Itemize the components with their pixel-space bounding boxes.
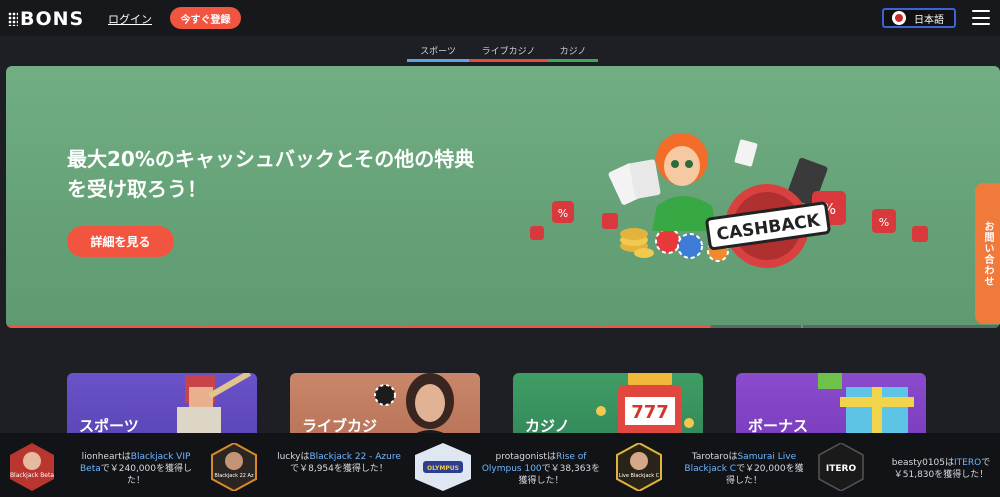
game-link[interactable]: ITERO: [954, 458, 981, 468]
winner-item[interactable]: Live Blackjack C TarotaroはSamurai Live B…: [615, 443, 805, 493]
winner-text: luckyはBlackjack 22 - Azureで￥8,954を獲得した！: [277, 452, 401, 474]
slide-progress: [6, 325, 1000, 328]
winner-item[interactable]: OLYMPUS protagonistはRise of Olympus 100で…: [413, 443, 603, 493]
promo-banner[interactable]: 最大20%のキャッシュバックとその他の特典を受け取ろう！ 詳細を見る % % %: [6, 66, 1000, 328]
winner-item[interactable]: Blackjack Beta lionheartはBlackjack VIP B…: [8, 443, 198, 493]
tab-sports[interactable]: スポーツ: [407, 44, 469, 62]
register-button[interactable]: 今すぐ登録: [170, 7, 241, 29]
logo-dots-icon: [8, 12, 18, 26]
details-button[interactable]: 詳細を見る: [67, 226, 174, 257]
svg-text:%: %: [879, 216, 889, 229]
language-selector[interactable]: 日本語: [882, 8, 956, 28]
winners-ticker: Blackjack Beta lionheartはBlackjack VIP B…: [0, 433, 1000, 497]
svg-text:Live Blackjack C: Live Blackjack C: [619, 473, 660, 479]
svg-text:777: 777: [631, 402, 669, 423]
top-bar: BONS ログイン 今すぐ登録 日本語: [0, 0, 1000, 36]
tab-live-casino[interactable]: ライブカジノ: [469, 44, 548, 62]
winner-text: lionheartはBlackjack VIP Betaで￥240,000を獲得…: [80, 452, 192, 486]
banner-title: 最大20%のキャッシュバックとその他の特典を受け取ろう！: [67, 147, 475, 201]
game-thumbnail-icon: OLYMPUS: [415, 443, 471, 491]
game-thumbnail-icon: Blackjack 22 Az: [211, 443, 257, 491]
game-link[interactable]: Blackjack 22 - Azure: [309, 452, 400, 462]
section-tabs: スポーツ ライブカジノ カジノ: [407, 44, 598, 62]
login-link[interactable]: ログイン: [108, 11, 152, 27]
contact-tab[interactable]: お問い合わせ: [975, 183, 1000, 324]
game-thumbnail-icon: Live Blackjack C: [616, 443, 662, 491]
cashback-illustration: % % % CASHBACK: [530, 133, 928, 268]
winner-text: beasty0105はITEROで￥51,830を獲得した！: [891, 458, 991, 480]
contact-label: お問い合わせ: [982, 220, 993, 287]
winner-item[interactable]: ITERO beasty0105はITEROで￥51,830を獲得した！: [817, 443, 1000, 493]
language-label: 日本語: [914, 14, 944, 26]
tab-casino[interactable]: カジノ: [548, 44, 598, 62]
character-icon: [652, 133, 717, 231]
svg-text:Blackjack 22 Az: Blackjack 22 Az: [214, 473, 254, 479]
svg-text:%: %: [558, 207, 568, 220]
japan-flag-icon: [892, 11, 906, 25]
svg-text:OLYMPUS: OLYMPUS: [427, 465, 459, 472]
bons-logo[interactable]: BONS: [8, 8, 84, 30]
winner-text: protagonistはRise of Olympus 100で￥38,363を…: [481, 452, 601, 486]
hamburger-menu-icon[interactable]: [972, 10, 990, 25]
svg-text:Blackjack Beta: Blackjack Beta: [10, 472, 54, 479]
logo-text: BONS: [20, 8, 85, 30]
winner-item[interactable]: Blackjack 22 Az luckyはBlackjack 22 - Azu…: [210, 443, 401, 493]
game-thumbnail-icon: ITERO: [818, 443, 864, 491]
svg-text:ITERO: ITERO: [826, 464, 857, 474]
winner-text: TarotaroはSamurai Live Blackjack Cで￥20,00…: [684, 452, 804, 486]
game-thumbnail-icon: Blackjack Beta: [10, 443, 54, 491]
